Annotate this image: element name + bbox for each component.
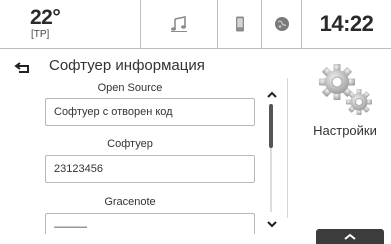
- globe-icon: [274, 17, 289, 31]
- clock: 14:22: [319, 11, 374, 36]
- section-label-open-source: Open Source: [97, 82, 163, 94]
- status-bar: 22° [TP] 14:22: [0, 0, 391, 49]
- infotainment-screen: 22° [TP] 14:22 Софтуер информация Open S…: [0, 0, 391, 244]
- music-note-icon: [171, 16, 187, 32]
- gears-icon: [319, 64, 372, 115]
- section-label-software: Софтуер: [107, 138, 153, 150]
- tab-phone[interactable]: [218, 0, 262, 48]
- chevron-down-icon: [267, 221, 277, 228]
- page-title: Софтуер информация: [49, 57, 205, 74]
- software-info-list[interactable]: Open Source Софтуер с отворен код Софтуе…: [0, 79, 260, 234]
- collapse-up-button[interactable]: [316, 229, 384, 244]
- gracenote-field[interactable]: ———: [45, 213, 255, 234]
- software-version-field[interactable]: 23123456: [45, 155, 255, 183]
- open-source-field[interactable]: Софтуер с отворен код: [45, 98, 255, 126]
- settings-label: Настройки: [313, 123, 377, 138]
- back-button[interactable]: [10, 59, 36, 76]
- tab-audio[interactable]: [141, 0, 218, 48]
- tab-navigation[interactable]: [262, 0, 302, 48]
- chevron-up-icon: [344, 233, 356, 240]
- settings-button[interactable]: Настройки: [300, 62, 390, 152]
- scroll-up-button[interactable]: [266, 87, 278, 98]
- phone-icon: [235, 16, 244, 32]
- panel-divider: [287, 78, 288, 218]
- temperature-value: 22°: [30, 6, 61, 29]
- climate-temperature[interactable]: 22° [TP]: [0, 0, 141, 48]
- scrollbar-thumb[interactable]: [269, 104, 273, 148]
- page-header: Софтуер информация: [0, 56, 285, 78]
- traffic-program-label: [TP]: [31, 29, 50, 40]
- scroll-down-button[interactable]: [266, 216, 278, 228]
- chevron-up-icon: [267, 91, 277, 98]
- section-label-gracenote: Gracenote: [104, 196, 156, 208]
- back-arrow-icon: [14, 61, 29, 73]
